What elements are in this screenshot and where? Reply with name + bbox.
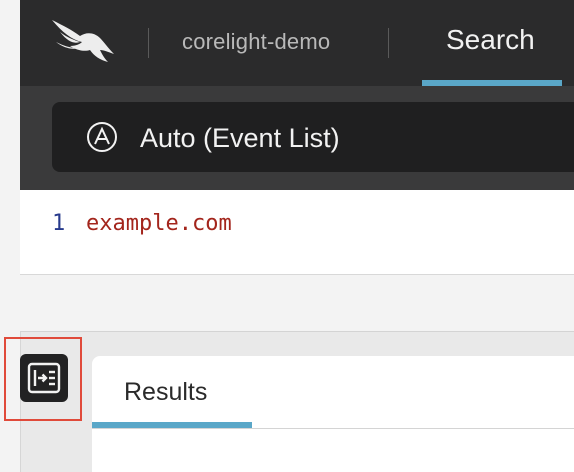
falcon-logo-icon[interactable] (50, 16, 118, 64)
results-tab-bar: Results (92, 356, 574, 429)
circled-a-icon (86, 121, 118, 153)
active-tab-indicator (92, 422, 252, 428)
tab-results-label: Results (124, 378, 208, 406)
editor-footer-area (20, 275, 574, 332)
query-toolbar: Auto (Event List) (20, 86, 574, 190)
tab-results[interactable]: Results (92, 356, 252, 428)
tab-search[interactable]: Search (422, 0, 562, 86)
top-navigation-bar: corelight-demo Search (20, 0, 574, 86)
query-editor[interactable]: 1 example.com (20, 190, 574, 275)
results-panel: Results (92, 356, 574, 472)
query-mode-label: Auto (Event List) (140, 123, 340, 153)
highlight-annotation-box (4, 337, 82, 421)
header-divider (388, 28, 389, 58)
query-text[interactable]: example.com (86, 211, 232, 236)
query-mode-select[interactable]: Auto (Event List) (52, 102, 574, 172)
organization-name[interactable]: corelight-demo (182, 29, 330, 55)
header-divider (148, 28, 149, 58)
tab-search-label: Search (446, 24, 535, 55)
line-number: 1 (52, 211, 66, 236)
